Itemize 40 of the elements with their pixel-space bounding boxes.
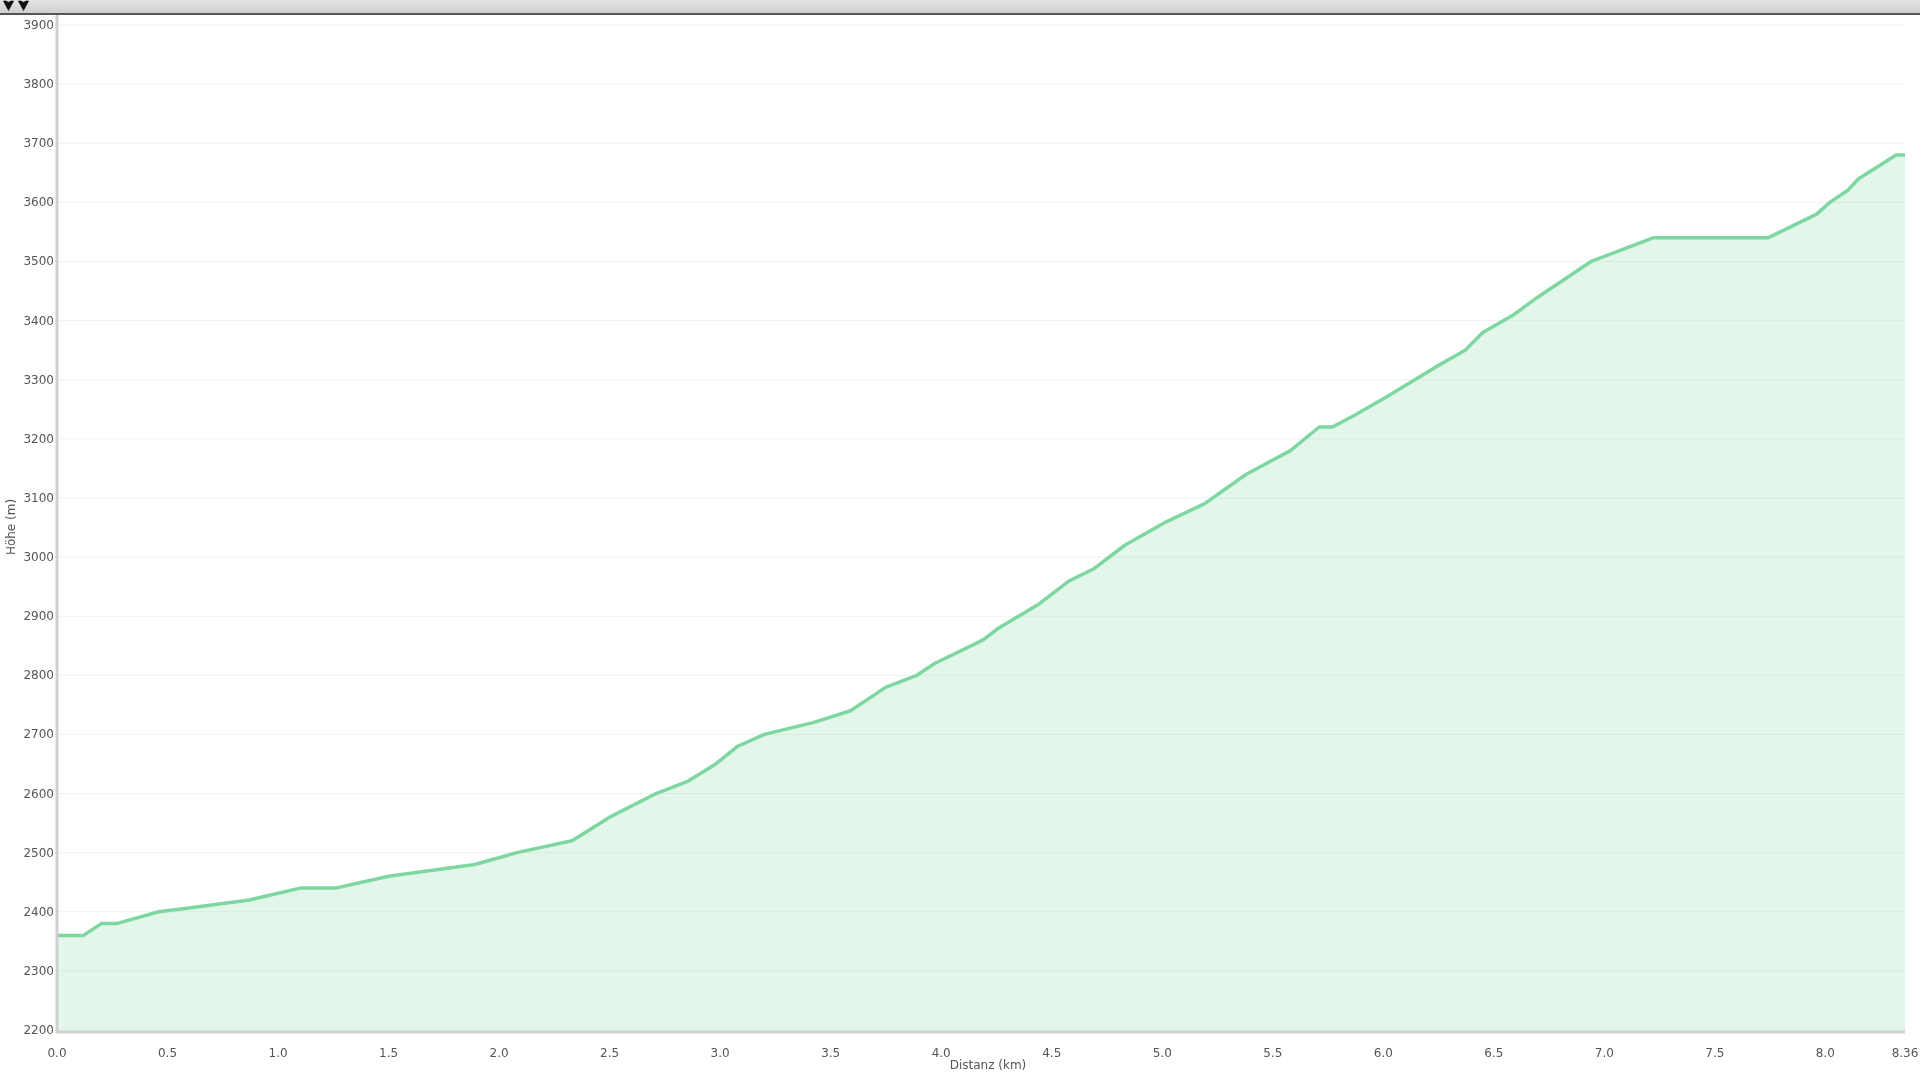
y-tick-label: 2300 xyxy=(23,963,54,978)
y-tick-label: 2200 xyxy=(23,1023,54,1037)
x-tick-label: 5.0 xyxy=(1152,1046,1172,1060)
y-tick-label: 3300 xyxy=(23,372,54,387)
x-tick-label: 3.5 xyxy=(821,1046,841,1060)
y-tick-label: 3800 xyxy=(23,77,54,92)
marker-icon[interactable] xyxy=(17,0,30,12)
y-tick-label: 2400 xyxy=(23,904,54,919)
x-tick-label: 1.0 xyxy=(268,1046,288,1060)
y-tick-label: 3900 xyxy=(23,18,54,32)
x-tick-label: 3.0 xyxy=(710,1046,730,1060)
x-tick-label: 6.5 xyxy=(1484,1046,1504,1060)
marker-icon[interactable] xyxy=(2,0,15,12)
y-tick-label: 3600 xyxy=(23,195,54,210)
x-tick-label: 2.5 xyxy=(600,1046,620,1060)
x-tick-label: 8.36 xyxy=(1891,1046,1919,1060)
x-tick-label: 4.5 xyxy=(1042,1046,1062,1060)
x-tick-label: 2.0 xyxy=(489,1046,509,1060)
y-tick-label: 3500 xyxy=(23,254,54,269)
x-axis-title: Distanz (km) xyxy=(949,1058,1027,1072)
x-tick-label: 7.5 xyxy=(1705,1046,1725,1060)
y-tick-label: 3700 xyxy=(23,136,54,151)
x-tick-label: 5.5 xyxy=(1263,1046,1283,1060)
y-tick-label: 2800 xyxy=(23,668,54,683)
y-tick-label: 3200 xyxy=(23,431,54,446)
x-tick-label: 1.5 xyxy=(379,1046,399,1060)
y-tick-label: 3000 xyxy=(23,550,54,565)
x-tick-label: 6.0 xyxy=(1373,1046,1393,1060)
y-tick-label: 2900 xyxy=(23,609,54,624)
y-axis-title: Höhe (m) xyxy=(4,498,18,556)
y-tick-label: 2600 xyxy=(23,786,54,801)
x-tick-label: 7.0 xyxy=(1594,1046,1614,1060)
y-tick-label: 3400 xyxy=(23,313,54,328)
x-tick-label: 4.0 xyxy=(931,1046,951,1060)
x-tick-label: 8.0 xyxy=(1815,1046,1835,1060)
y-tick-label: 2500 xyxy=(23,845,54,860)
x-tick-label: 0.5 xyxy=(158,1046,178,1060)
x-tick-label: 0.0 xyxy=(47,1046,67,1060)
y-tick-label: 3100 xyxy=(23,490,54,505)
y-tick-label: 2700 xyxy=(23,727,54,742)
